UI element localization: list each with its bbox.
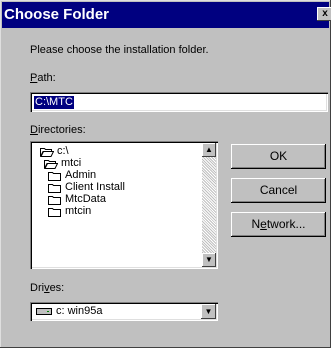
list-item[interactable]: Admin: [48, 169, 96, 181]
directories-scrollbar[interactable]: ▲ ▼: [202, 143, 216, 267]
open-folder-icon: [44, 159, 58, 169]
drives-select[interactable]: c: win95a ▼: [30, 302, 218, 321]
choose-folder-dialog: Choose Folder x Please choose the instal…: [0, 0, 331, 348]
drives-selected: c: win95a: [36, 305, 102, 318]
list-item[interactable]: mtcin: [48, 205, 91, 217]
title-bar: Choose Folder x: [2, 2, 331, 28]
window-title: Choose Folder: [4, 6, 110, 23]
open-folder-icon: [40, 147, 54, 157]
scroll-down-icon[interactable]: ▼: [202, 253, 216, 267]
folder-icon: [48, 207, 61, 217]
network-button[interactable]: Network...: [231, 212, 326, 237]
ok-button[interactable]: OK: [231, 144, 326, 169]
drive-icon: [36, 307, 52, 315]
folder-icon: [48, 171, 61, 181]
list-item[interactable]: c:\: [40, 145, 69, 157]
list-item[interactable]: Client Install: [48, 181, 125, 193]
list-item[interactable]: mtci: [44, 157, 81, 169]
list-item[interactable]: MtcData: [48, 193, 106, 205]
folder-icon: [48, 183, 61, 193]
folder-icon: [48, 195, 61, 205]
chevron-down-icon[interactable]: ▼: [201, 304, 216, 319]
path-label: Path:: [30, 72, 56, 84]
directories-label: Directories:: [30, 124, 86, 136]
cancel-button[interactable]: Cancel: [231, 178, 326, 203]
directories-list[interactable]: c:\ mtci Admin Client Install MtcData mt…: [30, 141, 218, 269]
close-icon[interactable]: x: [317, 7, 331, 21]
drives-label: Drives:: [30, 282, 65, 294]
path-input[interactable]: C:\MTC: [30, 92, 328, 112]
scroll-up-icon[interactable]: ▲: [202, 143, 216, 157]
instructions-text: Please choose the installation folder.: [30, 44, 209, 56]
path-value: C:\MTC: [34, 96, 74, 109]
